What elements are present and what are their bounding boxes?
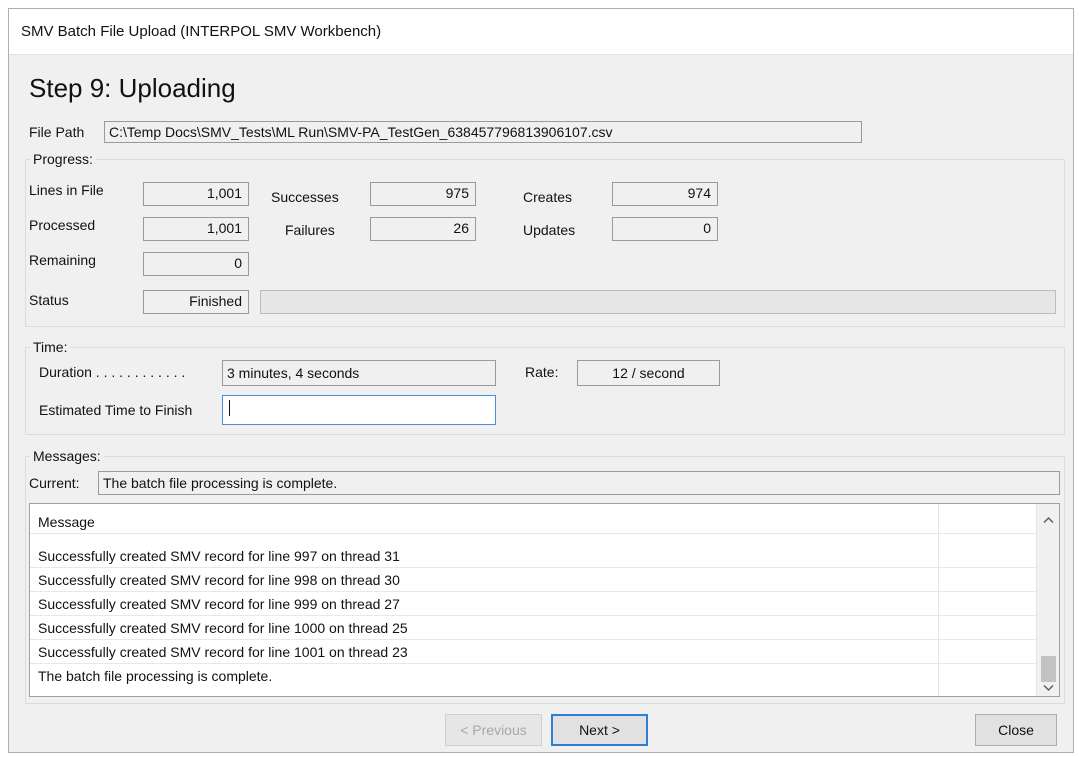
- status-field: Finished: [143, 290, 249, 314]
- list-item[interactable]: Successfully created SMV record for line…: [30, 568, 1036, 592]
- status-label: Status: [29, 292, 69, 308]
- list-item[interactable]: Successfully created SMV record for line…: [30, 544, 1036, 568]
- remaining-field: 0: [143, 252, 249, 276]
- time-group: [25, 347, 1065, 435]
- creates-field: 974: [612, 182, 718, 206]
- duration-label: Duration . . . . . . . . . . . .: [39, 364, 186, 380]
- successes-field: 975: [370, 182, 476, 206]
- text-cursor: [229, 400, 230, 416]
- creates-label: Creates: [523, 189, 573, 205]
- dialog-window: SMV Batch File Upload (INTERPOL SMV Work…: [8, 8, 1074, 753]
- remaining-label: Remaining: [29, 252, 96, 268]
- rate-label: Rate:: [525, 364, 559, 380]
- eta-input[interactable]: [222, 395, 496, 425]
- lines-in-file-label: Lines in File: [29, 182, 104, 198]
- failures-field: 26: [370, 217, 476, 241]
- progress-group-label: Progress:: [30, 151, 96, 167]
- title-bar: SMV Batch File Upload (INTERPOL SMV Work…: [9, 9, 1073, 55]
- message-column-header[interactable]: Message: [30, 504, 1036, 534]
- file-path-label: File Path: [29, 124, 85, 140]
- chevron-down-icon[interactable]: [1043, 684, 1054, 692]
- progress-bar: [260, 290, 1056, 314]
- current-message-label: Current:: [29, 475, 80, 491]
- list-item[interactable]: Successfully created SMV record for line…: [30, 592, 1036, 616]
- message-list[interactable]: Message Successfully created SMV record …: [29, 503, 1060, 697]
- chevron-up-icon[interactable]: [1043, 516, 1054, 524]
- successes-label: Successes: [271, 189, 339, 205]
- list-item[interactable]: Successfully created SMV record for line…: [30, 616, 1036, 640]
- file-path-field[interactable]: C:\Temp Docs\SMV_Tests\ML Run\SMV-PA_Tes…: [104, 121, 862, 143]
- scrollbar-thumb[interactable]: [1041, 656, 1056, 682]
- next-button[interactable]: Next >: [551, 714, 648, 746]
- current-message-field: The batch file processing is complete.: [98, 471, 1060, 495]
- window-title: SMV Batch File Upload (INTERPOL SMV Work…: [21, 23, 382, 40]
- duration-field: 3 minutes, 4 seconds: [222, 360, 496, 386]
- list-item[interactable]: The batch file processing is complete.: [30, 664, 1036, 688]
- lines-in-file-field: 1,001: [143, 182, 249, 206]
- time-group-label: Time:: [30, 339, 71, 355]
- step-title: Step 9: Uploading: [29, 73, 236, 103]
- vertical-scrollbar[interactable]: [1036, 504, 1059, 696]
- messages-group-label: Messages:: [30, 448, 104, 464]
- close-button[interactable]: Close: [975, 714, 1057, 746]
- updates-field: 0: [612, 217, 718, 241]
- failures-label: Failures: [285, 222, 335, 238]
- updates-label: Updates: [523, 222, 576, 238]
- eta-label: Estimated Time to Finish: [39, 402, 193, 418]
- processed-label: Processed: [29, 217, 96, 233]
- previous-button[interactable]: < Previous: [445, 714, 542, 746]
- rate-field: 12 / second: [577, 360, 720, 386]
- list-item[interactable]: Successfully created SMV record for line…: [30, 640, 1036, 664]
- processed-field: 1,001: [143, 217, 249, 241]
